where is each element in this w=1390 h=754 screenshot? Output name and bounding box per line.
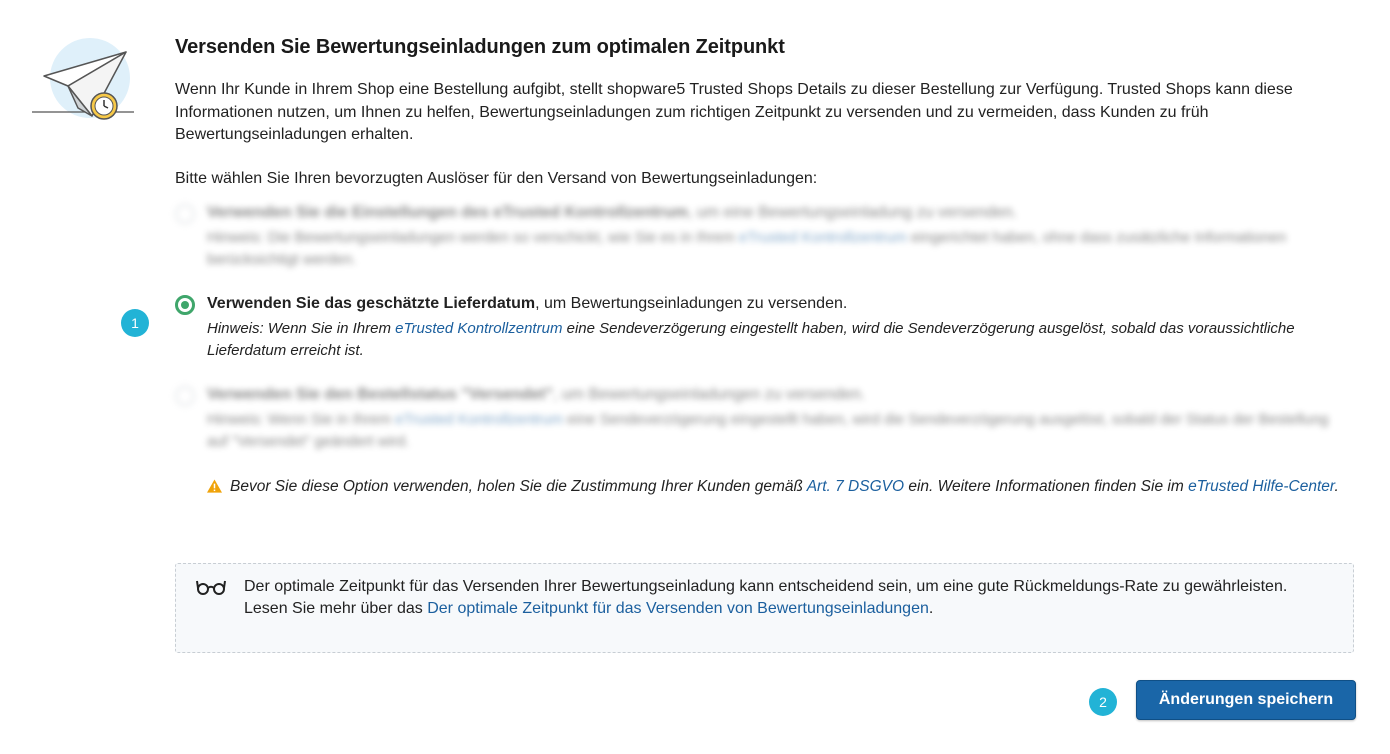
save-changes-button[interactable]: Änderungen speichern — [1136, 680, 1356, 720]
glasses-icon — [196, 580, 226, 595]
etrusted-control-center-link[interactable]: eTrusted Kontrollzentrum — [395, 320, 562, 337]
hint-text: Hinweis: Wenn Sie in Ihrem — [207, 410, 396, 428]
hint-text: Hinweis: Die Bewertungseinladungen werde… — [207, 228, 739, 246]
info-box: Der optimale Zeitpunkt für das Versenden… — [175, 563, 1354, 653]
radio-order-status-shipped[interactable] — [175, 385, 195, 406]
step-badge-2: 2 — [1089, 688, 1117, 716]
trigger-prompt: Bitte wählen Sie Ihren bevorzugten Auslö… — [175, 169, 818, 187]
warning-text: . — [1334, 477, 1339, 495]
option-title-bold: Verwenden Sie den Bestellstatus "Versend… — [207, 385, 553, 403]
option-title: Verwenden Sie die Einstellungen des eTru… — [207, 202, 1350, 224]
info-text: Lesen Sie mehr über das — [244, 600, 428, 617]
help-center-link[interactable]: eTrusted Hilfe-Center — [1188, 478, 1334, 495]
option-etrusted-settings[interactable]: Verwenden Sie die Einstellungen des eTru… — [175, 202, 1350, 271]
option-hint: Hinweis: Wenn Sie in Ihrem eTrusted Kont… — [207, 318, 1350, 362]
info-read-more: Lesen Sie mehr über das Der optimale Zei… — [244, 598, 1333, 620]
option-title: Verwenden Sie den Bestellstatus "Versend… — [207, 384, 1350, 406]
step-badge-1: 1 — [121, 309, 149, 337]
option-title-bold: Verwenden Sie das geschätzte Lieferdatum — [207, 294, 536, 312]
trigger-settings-section: Versenden Sie Bewertungseinladungen zum … — [175, 36, 1350, 498]
option-estimated-delivery-date[interactable]: Verwenden Sie das geschätzte Lieferdatum… — [175, 293, 1350, 362]
optimal-time-article-link[interactable]: Der optimale Zeitpunkt für das Versenden… — [427, 600, 929, 617]
paper-plane-clock-icon — [32, 38, 134, 120]
hint-text: Hinweis: Wenn Sie in Ihrem — [207, 319, 396, 337]
etrusted-control-center-link[interactable]: eTrusted Kontrollzentrum — [739, 229, 907, 246]
warning-triangle-icon — [207, 478, 222, 493]
option-hint: Hinweis: Die Bewertungseinladungen werde… — [207, 227, 1350, 271]
warning-text: Bevor Sie diese Option verwenden, holen … — [230, 477, 807, 495]
section-title: Versenden Sie Bewertungseinladungen zum … — [175, 36, 785, 58]
dsgvo-link[interactable]: Art. 7 DSGVO — [807, 478, 904, 495]
warning-text: ein. Weitere Informationen finden Sie im — [904, 477, 1189, 495]
etrusted-control-center-link[interactable]: eTrusted Kontrollzentrum — [395, 411, 563, 428]
option-title-rest: , um eine Bewertungseinladung zu versend… — [687, 203, 1018, 221]
radio-etrusted-settings[interactable] — [175, 203, 195, 224]
radio-estimated-delivery-date[interactable] — [175, 294, 195, 315]
option-title-rest: , um Bewertungseinladungen zu versenden. — [535, 294, 848, 312]
option-title-rest: , um Bewertungseinladungen zu versenden. — [552, 385, 866, 403]
option-title: Verwenden Sie das geschätzte Lieferdatum… — [207, 293, 1350, 315]
option-order-status-shipped[interactable]: Verwenden Sie den Bestellstatus "Versend… — [175, 384, 1350, 453]
info-text: . — [928, 600, 934, 617]
gdpr-warning: Bevor Sie diese Option verwenden, holen … — [175, 475, 1350, 498]
section-intro: Wenn Ihr Kunde in Ihrem Shop eine Bestel… — [175, 81, 1293, 143]
option-hint: Hinweis: Wenn Sie in Ihrem eTrusted Kont… — [207, 409, 1350, 453]
info-text: Der optimale Zeitpunkt für das Versenden… — [244, 578, 1288, 595]
option-title-bold: Verwenden Sie die Einstellungen des eTru… — [207, 203, 688, 221]
